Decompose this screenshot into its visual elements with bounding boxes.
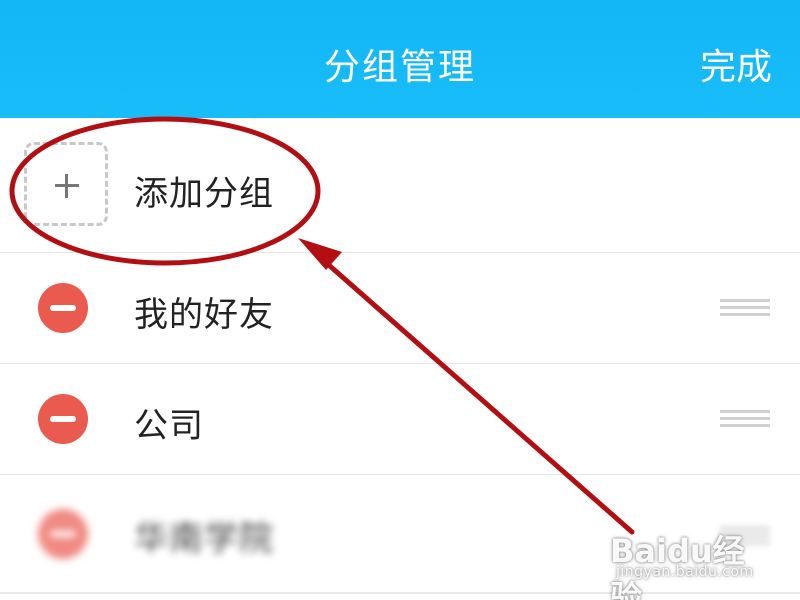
add-group-button[interactable] (24, 142, 108, 226)
page-title: 分组管理 (323, 47, 476, 88)
group-label: 华南学院 (134, 519, 274, 559)
drag-handle-icon[interactable] (720, 410, 770, 428)
group-label: 公司 (134, 406, 204, 446)
group-row-company[interactable]: 公司 (0, 364, 800, 474)
group-row-my-friends[interactable]: 我的好友 (0, 253, 800, 363)
add-group-label: 添加分组 (134, 174, 274, 214)
header-bar: 分组管理 完成 (0, 0, 800, 118)
drag-handle-icon[interactable] (720, 299, 770, 317)
plus-icon (65, 174, 68, 198)
done-button[interactable]: 完成 (700, 38, 772, 90)
group-management-screen: 分组管理 完成 添加分组 我的好友 公司 华南学院 Baidu经验 jingya… (0, 0, 800, 600)
delete-group-icon[interactable] (38, 509, 88, 559)
watermark-url: jingyan.baidu.com (616, 564, 754, 580)
group-label: 我的好友 (134, 295, 274, 335)
delete-group-icon[interactable] (38, 394, 88, 444)
delete-group-icon[interactable] (38, 283, 88, 333)
baidu-jingyan-watermark: Baidu经验 jingyan.baidu.com (610, 504, 770, 600)
add-group-row[interactable]: 添加分组 (0, 118, 800, 252)
watermark-logo: Baidu经验 (610, 532, 745, 600)
